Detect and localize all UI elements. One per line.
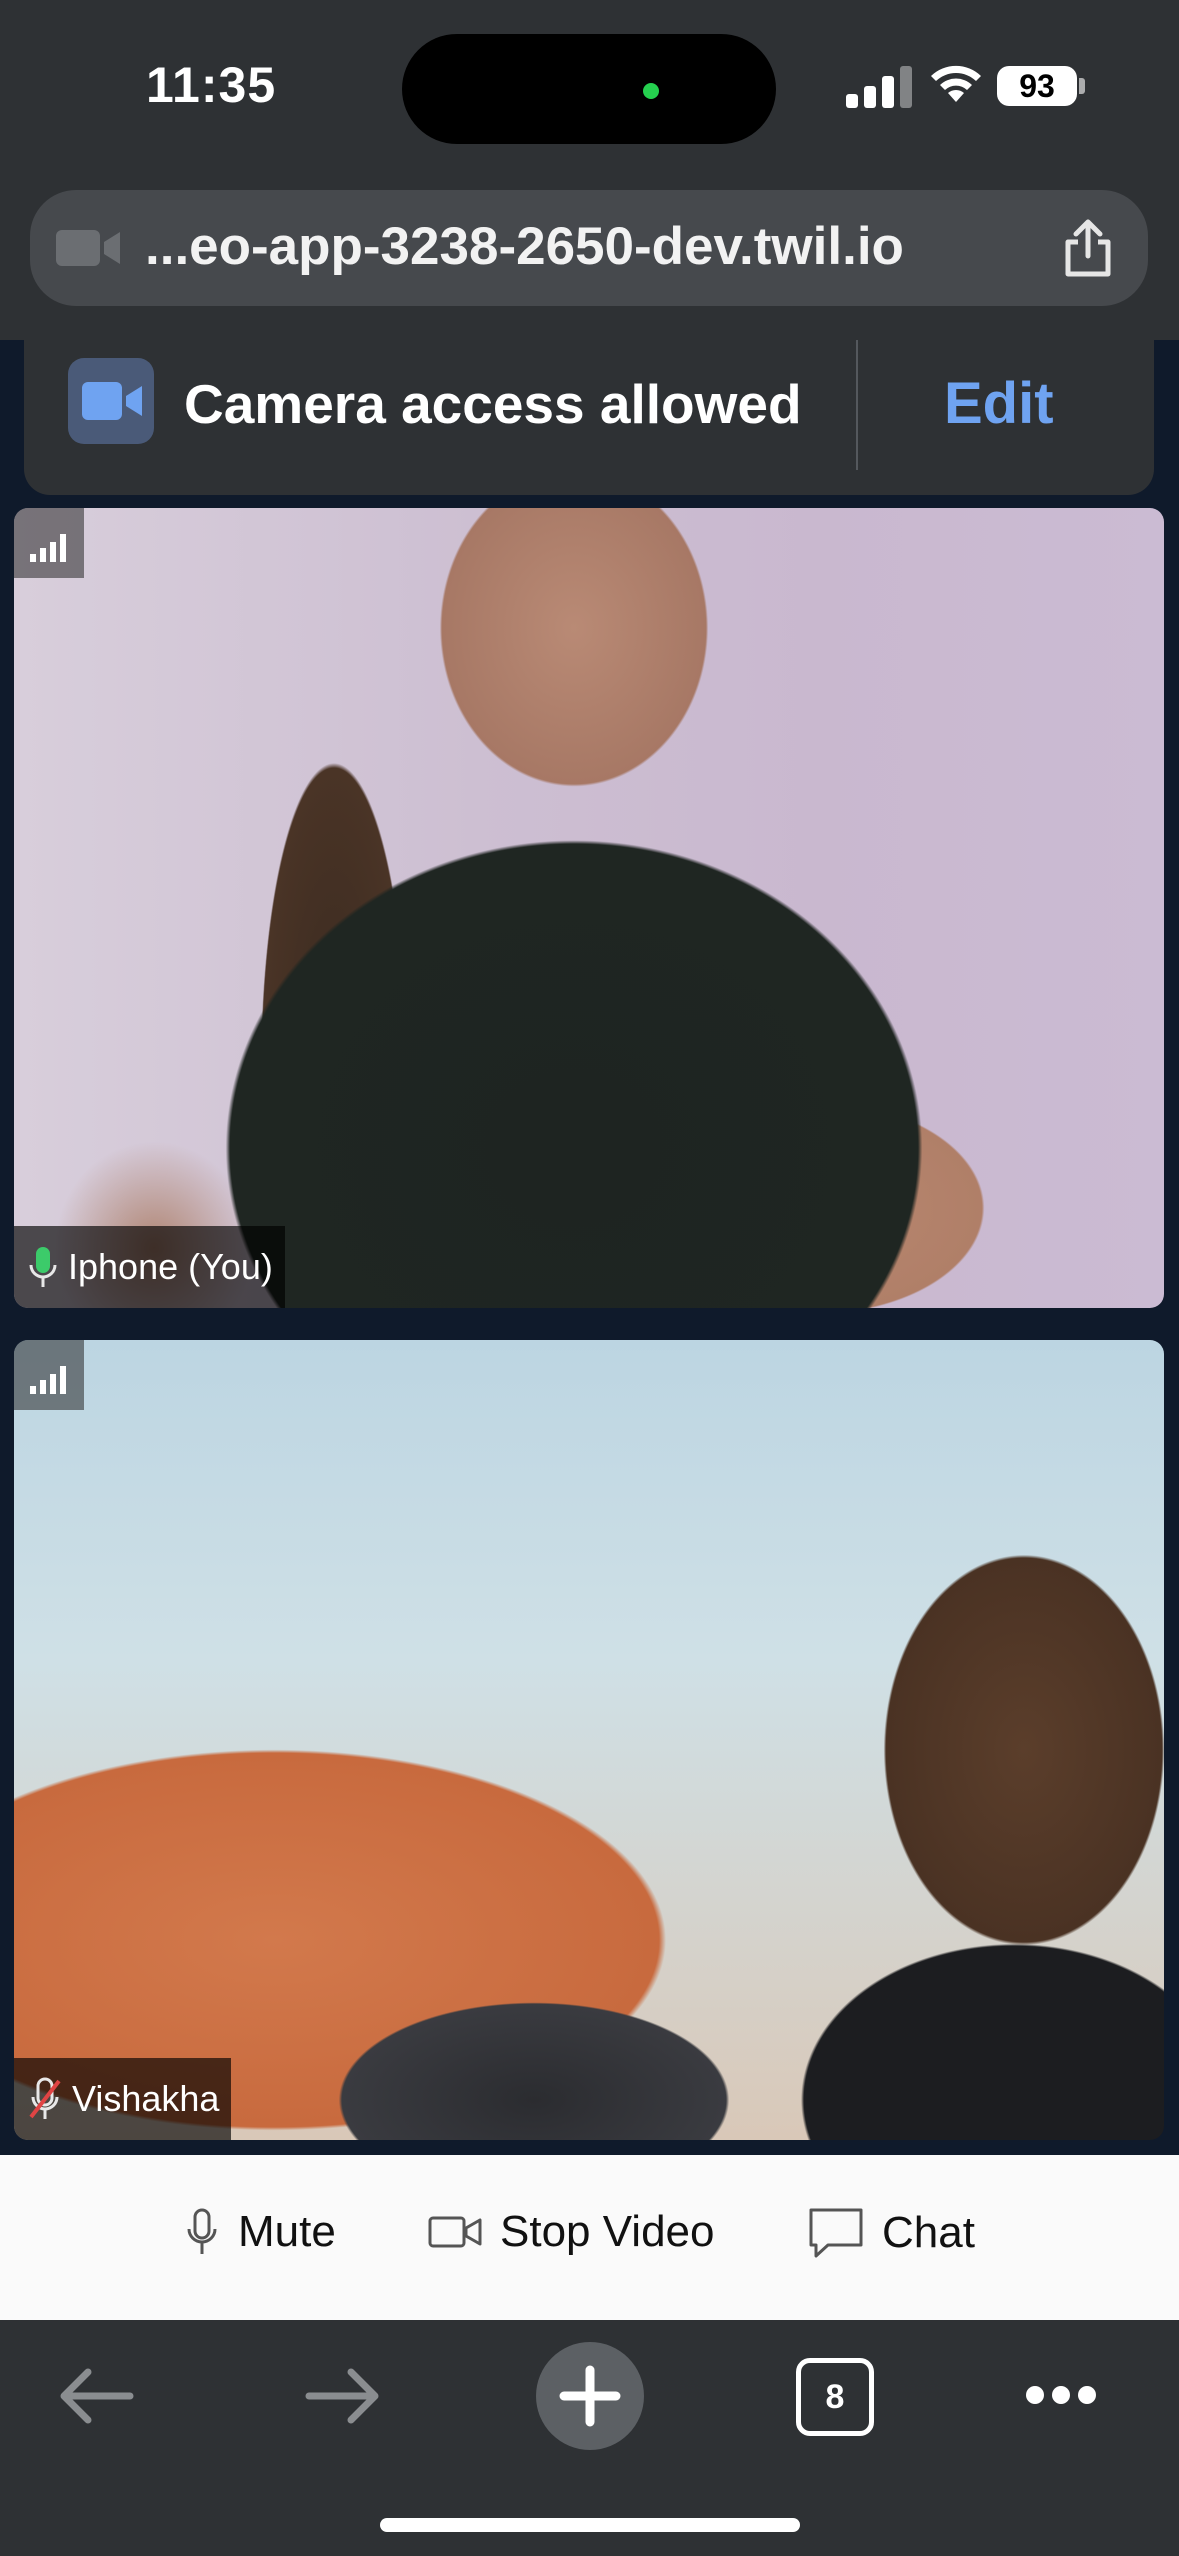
camera-indicator-dot [643,83,659,99]
battery-icon [1079,78,1085,94]
wifi-icon [931,65,981,102]
participant-name: Iphone (You) [68,1246,273,1287]
camera-icon [56,230,120,266]
share-icon[interactable] [1060,218,1116,278]
network-quality-icon [14,1340,84,1410]
url-text[interactable]: ...eo-app-3238-2650-dev.twil.io [145,216,904,277]
camera-permission-toast: Camera access allowed Edit [24,330,1154,495]
back-arrow-icon[interactable] [58,2368,134,2424]
new-tab-button[interactable] [536,2342,644,2450]
status-time: 11:35 [146,57,277,113]
tab-count-button[interactable]: 8 [796,2358,874,2436]
battery-level: 93 [997,66,1077,106]
video-camera-icon [428,2216,482,2248]
chat-button[interactable]: Chat [808,2207,975,2259]
microphone-icon [187,2208,217,2254]
chat-icon [809,2208,863,2258]
stop-video-button[interactable]: Stop Video [428,2207,714,2257]
chat-label: Chat [882,2208,975,2257]
network-quality-icon [14,508,84,578]
participant-name-tag: Vishakha [14,2058,232,2140]
mic-muted-icon [29,2077,61,2119]
home-indicator[interactable] [380,2518,800,2532]
participant-video-local[interactable]: Iphone (You) [14,508,1164,1308]
participant-name: Vishakha [72,2078,220,2119]
forward-arrow-icon[interactable] [305,2368,381,2424]
stop-video-label: Stop Video [500,2207,715,2256]
browser-chrome: 11:35 93 ...eo-app-3238-2650-dev.twil.io [0,0,1179,340]
toast-message: Camera access allowed [184,373,802,435]
dynamic-island [402,34,776,144]
mute-button[interactable]: Mute [184,2207,336,2257]
participant-name-tag: Iphone (You) [14,1226,285,1308]
call-controls: Mute Stop Video Chat [0,2155,1179,2320]
cellular-signal-icon [846,62,912,108]
toast-divider [856,340,858,470]
mic-on-icon [29,1247,57,1287]
plus-icon [559,2365,621,2427]
participant-video-remote[interactable]: Vishakha [14,1340,1164,2140]
camera-permission-icon [68,358,154,444]
address-bar[interactable]: ...eo-app-3238-2650-dev.twil.io [30,190,1148,306]
more-options-icon[interactable] [1024,2384,1098,2406]
edit-permission-button[interactable]: Edit [944,370,1054,437]
mute-label: Mute [238,2207,336,2256]
